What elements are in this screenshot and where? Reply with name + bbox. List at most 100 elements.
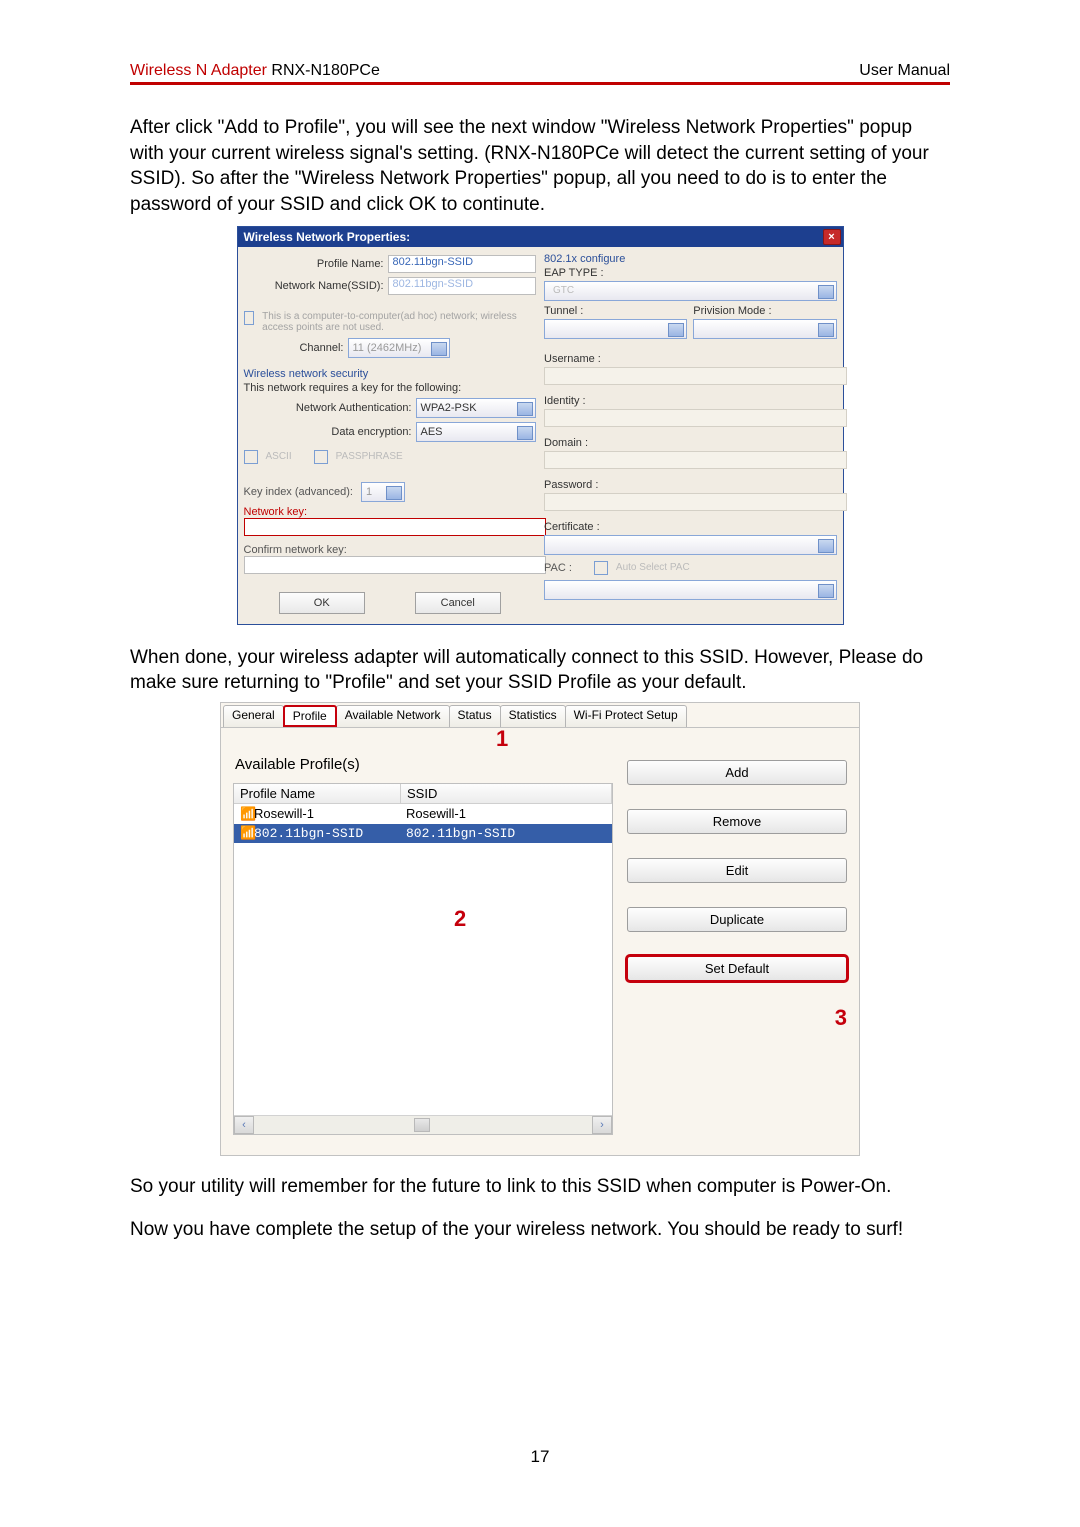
eap-type-value: GTC xyxy=(549,285,574,296)
duplicate-button[interactable]: Duplicate xyxy=(627,907,847,932)
page-number: 17 xyxy=(0,1447,1080,1467)
confirm-key-label: Confirm network key: xyxy=(244,544,537,556)
keyindex-value: 1 xyxy=(366,486,372,498)
confirm-key-input[interactable] xyxy=(244,556,547,574)
available-profiles-label: Available Profile(s) xyxy=(235,756,613,773)
profile-panel: General Profile Available Network Status… xyxy=(220,702,860,1156)
eap-type-select[interactable]: GTC xyxy=(544,281,837,301)
provision-mode-select[interactable] xyxy=(693,319,836,339)
profile-list-area: Available Profile(s) Profile Name SSID 📶… xyxy=(233,730,613,1135)
autopac-label: Auto Select PAC xyxy=(616,562,690,573)
tab-wifi-protect-setup[interactable]: Wi-Fi Protect Setup xyxy=(565,705,687,727)
row-name: Rosewill-1 xyxy=(254,806,314,821)
profile-list-header: Profile Name SSID xyxy=(234,784,612,804)
horizontal-scrollbar[interactable]: ‹ › xyxy=(234,1115,612,1134)
auth-value: WPA2-PSK xyxy=(421,402,477,414)
profile-name-input[interactable]: 802.11bgn-SSID xyxy=(388,255,537,273)
adhoc-checkbox[interactable] xyxy=(244,311,255,325)
doc-header: Wireless N Adapter RNX-N180PCe User Manu… xyxy=(130,62,950,80)
paragraph-2: When done, your wireless adapter will au… xyxy=(130,645,950,696)
row-ssid: 802.11bgn-SSID xyxy=(400,825,612,842)
col-ssid: SSID xyxy=(401,784,612,803)
col-profile-name: Profile Name xyxy=(234,784,401,803)
certificate-select[interactable] xyxy=(544,535,837,555)
scroll-track xyxy=(430,1116,592,1134)
8021x-section-label: 802.1x configure xyxy=(544,253,837,265)
security-sub-label: This network requires a key for the foll… xyxy=(244,382,537,394)
keyindex-label: Key index (advanced): xyxy=(244,486,353,498)
scroll-right-icon[interactable]: › xyxy=(592,1116,612,1134)
username-label: Username : xyxy=(544,353,837,365)
table-row[interactable]: 📶802.11bgn-SSID 802.11bgn-SSID xyxy=(234,824,612,843)
signal-icon: 📶 xyxy=(240,826,254,841)
ok-button[interactable]: OK xyxy=(279,592,365,614)
network-name-input[interactable]: 802.11bgn-SSID xyxy=(388,277,537,295)
auth-select[interactable]: WPA2-PSK xyxy=(416,398,537,418)
product-prefix: Wireless N Adapter xyxy=(130,62,271,79)
scroll-thumb[interactable] xyxy=(414,1118,430,1132)
auth-label: Network Authentication: xyxy=(244,402,412,414)
wireless-network-properties-dialog: Wireless Network Properties: × Profile N… xyxy=(237,226,844,625)
identity-label: Identity : xyxy=(544,395,837,407)
network-key-label: Network key: xyxy=(244,506,537,518)
password-input[interactable] xyxy=(544,493,847,511)
annotation-2: 2 xyxy=(454,906,466,932)
set-default-button[interactable]: Set Default xyxy=(627,956,847,981)
network-name-label: Network Name(SSID): xyxy=(244,280,384,292)
ascii-label: ASCII xyxy=(266,451,292,462)
passphrase-checkbox[interactable] xyxy=(314,450,328,464)
paragraph-4: Now you have complete the setup of the y… xyxy=(130,1217,950,1243)
tab-statistics[interactable]: Statistics xyxy=(500,705,566,727)
adhoc-text: This is a computer-to-computer(ad hoc) n… xyxy=(262,311,536,334)
dialog-title: Wireless Network Properties: xyxy=(244,230,411,244)
paragraph-3: So your utility will remember for the fu… xyxy=(130,1174,950,1200)
security-section-label: Wireless network security xyxy=(244,368,537,380)
keyindex-select[interactable]: 1 xyxy=(361,482,405,502)
signal-icon: 📶 xyxy=(240,806,254,822)
tab-status[interactable]: Status xyxy=(449,705,501,727)
annotation-1: 1 xyxy=(496,726,508,752)
edit-button[interactable]: Edit xyxy=(627,858,847,883)
header-rule xyxy=(130,82,950,85)
profile-button-column: Add Remove Edit Duplicate Set Default 3 xyxy=(627,730,847,1135)
doc-header-left: Wireless N Adapter RNX-N180PCe xyxy=(130,62,380,80)
scroll-left-icon[interactable]: ‹ xyxy=(234,1116,254,1134)
dialog-right-column: 802.1x configure EAP TYPE : GTC Tunnel :… xyxy=(544,251,837,620)
tab-available-network[interactable]: Available Network xyxy=(336,705,450,727)
dialog-titlebar: Wireless Network Properties: × xyxy=(238,227,843,247)
tab-general[interactable]: General xyxy=(223,705,284,727)
add-button[interactable]: Add xyxy=(627,760,847,785)
ascii-checkbox[interactable] xyxy=(244,450,258,464)
channel-value: 11 (2462MHz) xyxy=(353,342,422,354)
cancel-button[interactable]: Cancel xyxy=(415,592,501,614)
network-key-input[interactable] xyxy=(244,518,547,536)
table-row[interactable]: 📶Rosewill-1 Rosewill-1 xyxy=(234,804,612,824)
provision-mode-label: Privision Mode : xyxy=(693,305,836,317)
autopac-checkbox[interactable] xyxy=(594,561,608,575)
row-name: 802.11bgn-SSID xyxy=(254,826,363,841)
encryption-value: AES xyxy=(421,426,443,438)
domain-input[interactable] xyxy=(544,451,847,469)
annotation-3: 3 xyxy=(835,1005,847,1030)
tab-profile[interactable]: Profile xyxy=(283,705,337,727)
pac-label: PAC : xyxy=(544,562,572,574)
channel-label: Channel: xyxy=(244,342,344,354)
encryption-select[interactable]: AES xyxy=(416,422,537,442)
tunnel-select[interactable] xyxy=(544,319,687,339)
passphrase-label: PASSPHRASE xyxy=(336,451,403,462)
channel-select[interactable]: 11 (2462MHz) xyxy=(348,338,450,358)
dialog-left-column: Profile Name: 802.11bgn-SSID Network Nam… xyxy=(244,251,537,620)
encryption-label: Data encryption: xyxy=(244,426,412,438)
identity-input[interactable] xyxy=(544,409,847,427)
pac-select[interactable] xyxy=(544,580,837,600)
username-input[interactable] xyxy=(544,367,847,385)
profile-name-label: Profile Name: xyxy=(244,258,384,270)
tunnel-label: Tunnel : xyxy=(544,305,687,317)
doc-header-right: User Manual xyxy=(859,62,950,80)
close-icon[interactable]: × xyxy=(823,229,841,245)
profile-list[interactable]: Profile Name SSID 📶Rosewill-1 Rosewill-1… xyxy=(233,783,613,1135)
remove-button[interactable]: Remove xyxy=(627,809,847,834)
eap-type-label: EAP TYPE : xyxy=(544,267,837,279)
product-model: RNX-N180PCe xyxy=(271,62,379,79)
row-ssid: Rosewill-1 xyxy=(400,805,612,823)
